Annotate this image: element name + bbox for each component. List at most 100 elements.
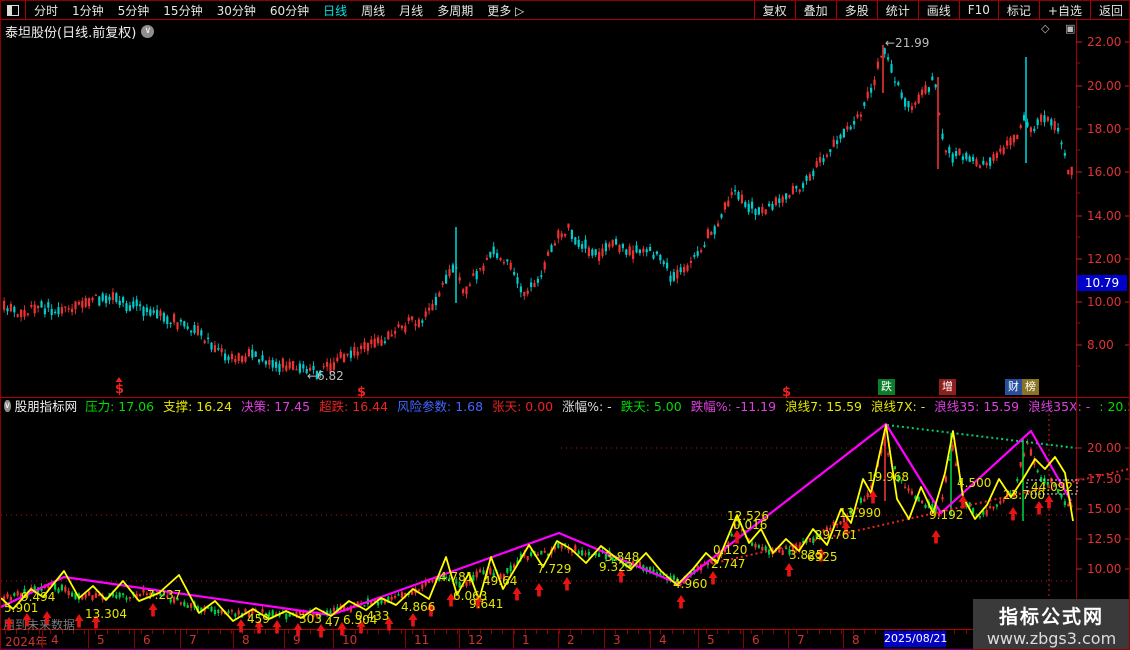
tool-menu-button-4[interactable]: 统计	[876, 1, 918, 19]
time-tick	[366, 630, 368, 634]
svg-text:44.092: 44.092	[1031, 480, 1073, 494]
time-tick	[818, 630, 820, 634]
indicator-value-labels: 5.9019.494 13.304 7.237 459 303 47 6.3040.433 4…	[4, 470, 1078, 629]
svg-text:9.641: 9.641	[469, 597, 503, 611]
up-arrow-icon	[74, 614, 84, 628]
svg-text:6.063: 6.063	[453, 589, 487, 603]
time-separator	[650, 630, 651, 649]
indicator-param-5: 风险参数: 1.68	[397, 399, 484, 413]
tool-menu-button-6[interactable]: F10	[958, 1, 998, 19]
time-tick	[151, 630, 153, 634]
time-tick	[434, 630, 436, 634]
tool-menu-button-8[interactable]: +自选	[1038, 1, 1090, 19]
main-daily-kline-candles	[3, 45, 1073, 380]
period-menu-item-10[interactable]: 多周期	[437, 2, 473, 19]
period-menu-item-9[interactable]: 月线	[399, 2, 423, 19]
up-arrow-icon	[931, 530, 941, 544]
period-menu-item-7[interactable]: 日线	[323, 2, 347, 19]
tool-menu-button-5[interactable]: 画线	[917, 1, 959, 19]
up-arrow-icon	[958, 495, 968, 509]
svg-text:9.192: 9.192	[929, 508, 963, 522]
time-tick	[129, 630, 131, 634]
svg-text:4.960: 4.960	[673, 577, 707, 591]
time-tick	[219, 630, 221, 634]
badge-榜[interactable]: 榜	[1022, 379, 1039, 395]
indicator-param-7: 涨幅%: -	[562, 399, 612, 413]
svg-text:3.825: 3.825	[789, 548, 823, 562]
time-tick	[592, 630, 594, 634]
svg-text:6.304: 6.304	[343, 613, 377, 627]
up-arrow-icon	[148, 603, 158, 617]
indicator-overlays	[1, 414, 1129, 627]
svg-text:23.700: 23.700	[1003, 488, 1045, 502]
svg-text:13.304: 13.304	[85, 607, 127, 621]
future-data-note: 用到未来数据	[3, 618, 76, 632]
tool-menu-button-9[interactable]: 返回	[1089, 1, 1129, 19]
period-menu-item-3[interactable]: 5分钟	[118, 2, 150, 19]
time-tick	[411, 630, 413, 634]
buy-arrows	[4, 490, 1054, 638]
up-arrow-icon	[676, 595, 686, 609]
price-axis-label: 16.00	[1087, 165, 1122, 179]
svg-text:0.433: 0.433	[355, 609, 389, 623]
time-tick	[185, 630, 187, 634]
up-arrow-icon	[426, 603, 436, 617]
tool-menu-button-2[interactable]: 叠加	[794, 1, 836, 19]
tool-menu-button-3[interactable]: 多股	[835, 1, 877, 19]
period-menu-item-8[interactable]: 周线	[361, 2, 385, 19]
tool-menu-button-7[interactable]: 标记	[997, 1, 1039, 19]
gupeng-indicator-candles	[3, 431, 1073, 623]
time-tick	[784, 630, 786, 634]
indicator-chevron-icon[interactable]: ∨	[4, 399, 11, 412]
price-axis-label: 14.00	[1087, 209, 1122, 223]
window-panel-icon[interactable]	[1, 1, 26, 19]
time-tick	[581, 630, 583, 634]
svg-text:0.120: 0.120	[713, 543, 747, 557]
time-tick	[118, 630, 119, 634]
time-tick	[626, 630, 628, 634]
time-tick	[716, 630, 718, 634]
badge-跌[interactable]: 跌	[878, 379, 895, 395]
time-tick	[547, 630, 549, 634]
time-tick	[208, 630, 210, 634]
period-menu-item-2[interactable]: 1分钟	[72, 2, 104, 19]
title-corner-icons[interactable]: ◇ ▣	[1041, 22, 1081, 35]
up-arrow-icon	[784, 563, 794, 577]
badge-增[interactable]: 增	[939, 379, 956, 395]
time-tick	[502, 630, 504, 634]
svg-text:7.729: 7.729	[537, 562, 571, 576]
tool-menu-button-1[interactable]: 复权	[753, 1, 795, 19]
time-tick	[377, 630, 379, 634]
period-menu-item-1[interactable]: 分时	[34, 2, 58, 19]
period-menu-item-5[interactable]: 30分钟	[217, 2, 256, 19]
watermark-url: www.zbgs3.com	[986, 628, 1117, 648]
up-arrow-icon	[562, 577, 572, 591]
up-arrow-icon	[534, 583, 544, 597]
time-label: 5	[707, 633, 715, 647]
time-axis[interactable]: 2024年 4 5 6 7 8 9 10 11 12 1 2 3 4 5 6 7 8	[1, 629, 1129, 649]
svg-text:5.901: 5.901	[4, 601, 38, 615]
watermark-title: 指标公式网	[998, 605, 1104, 628]
time-tick	[276, 630, 278, 634]
badge-财[interactable]: 财	[1005, 379, 1022, 395]
indicator-name[interactable]: 股朋指标网	[15, 398, 78, 413]
time-label: 4	[659, 633, 667, 647]
red-dotted-trendline	[696, 468, 1129, 568]
time-label: 12	[468, 633, 484, 647]
chevron-down-icon[interactable]: ∨	[141, 25, 155, 38]
period-menu-item-4[interactable]: 15分钟	[163, 2, 202, 19]
time-tick	[84, 630, 86, 634]
period-menu: 分时 1分钟 5分钟 15分钟 30分钟 60分钟 日线 周线 月线 多周期 更多 ▷	[34, 2, 538, 19]
time-tick	[445, 630, 447, 634]
time-tick	[310, 630, 312, 634]
period-menu-item-6[interactable]: 60分钟	[270, 2, 309, 19]
time-tick	[400, 630, 402, 634]
indicator-param-9: 跌幅%: -11.19	[690, 399, 777, 413]
main-chart-annotations: ←21.99←6.82$ $ $	[115, 36, 929, 400]
up-arrow-icon	[616, 569, 626, 583]
chart-title-bar: 泰坦股份(日线.前复权) ∨	[5, 22, 155, 41]
time-tick	[321, 630, 323, 634]
period-menu-item-11[interactable]: 更多 ▷	[487, 2, 524, 19]
svg-text:←21.99: ←21.99	[885, 36, 929, 50]
indicator-param-2: 支撑: 16.24	[163, 399, 233, 413]
